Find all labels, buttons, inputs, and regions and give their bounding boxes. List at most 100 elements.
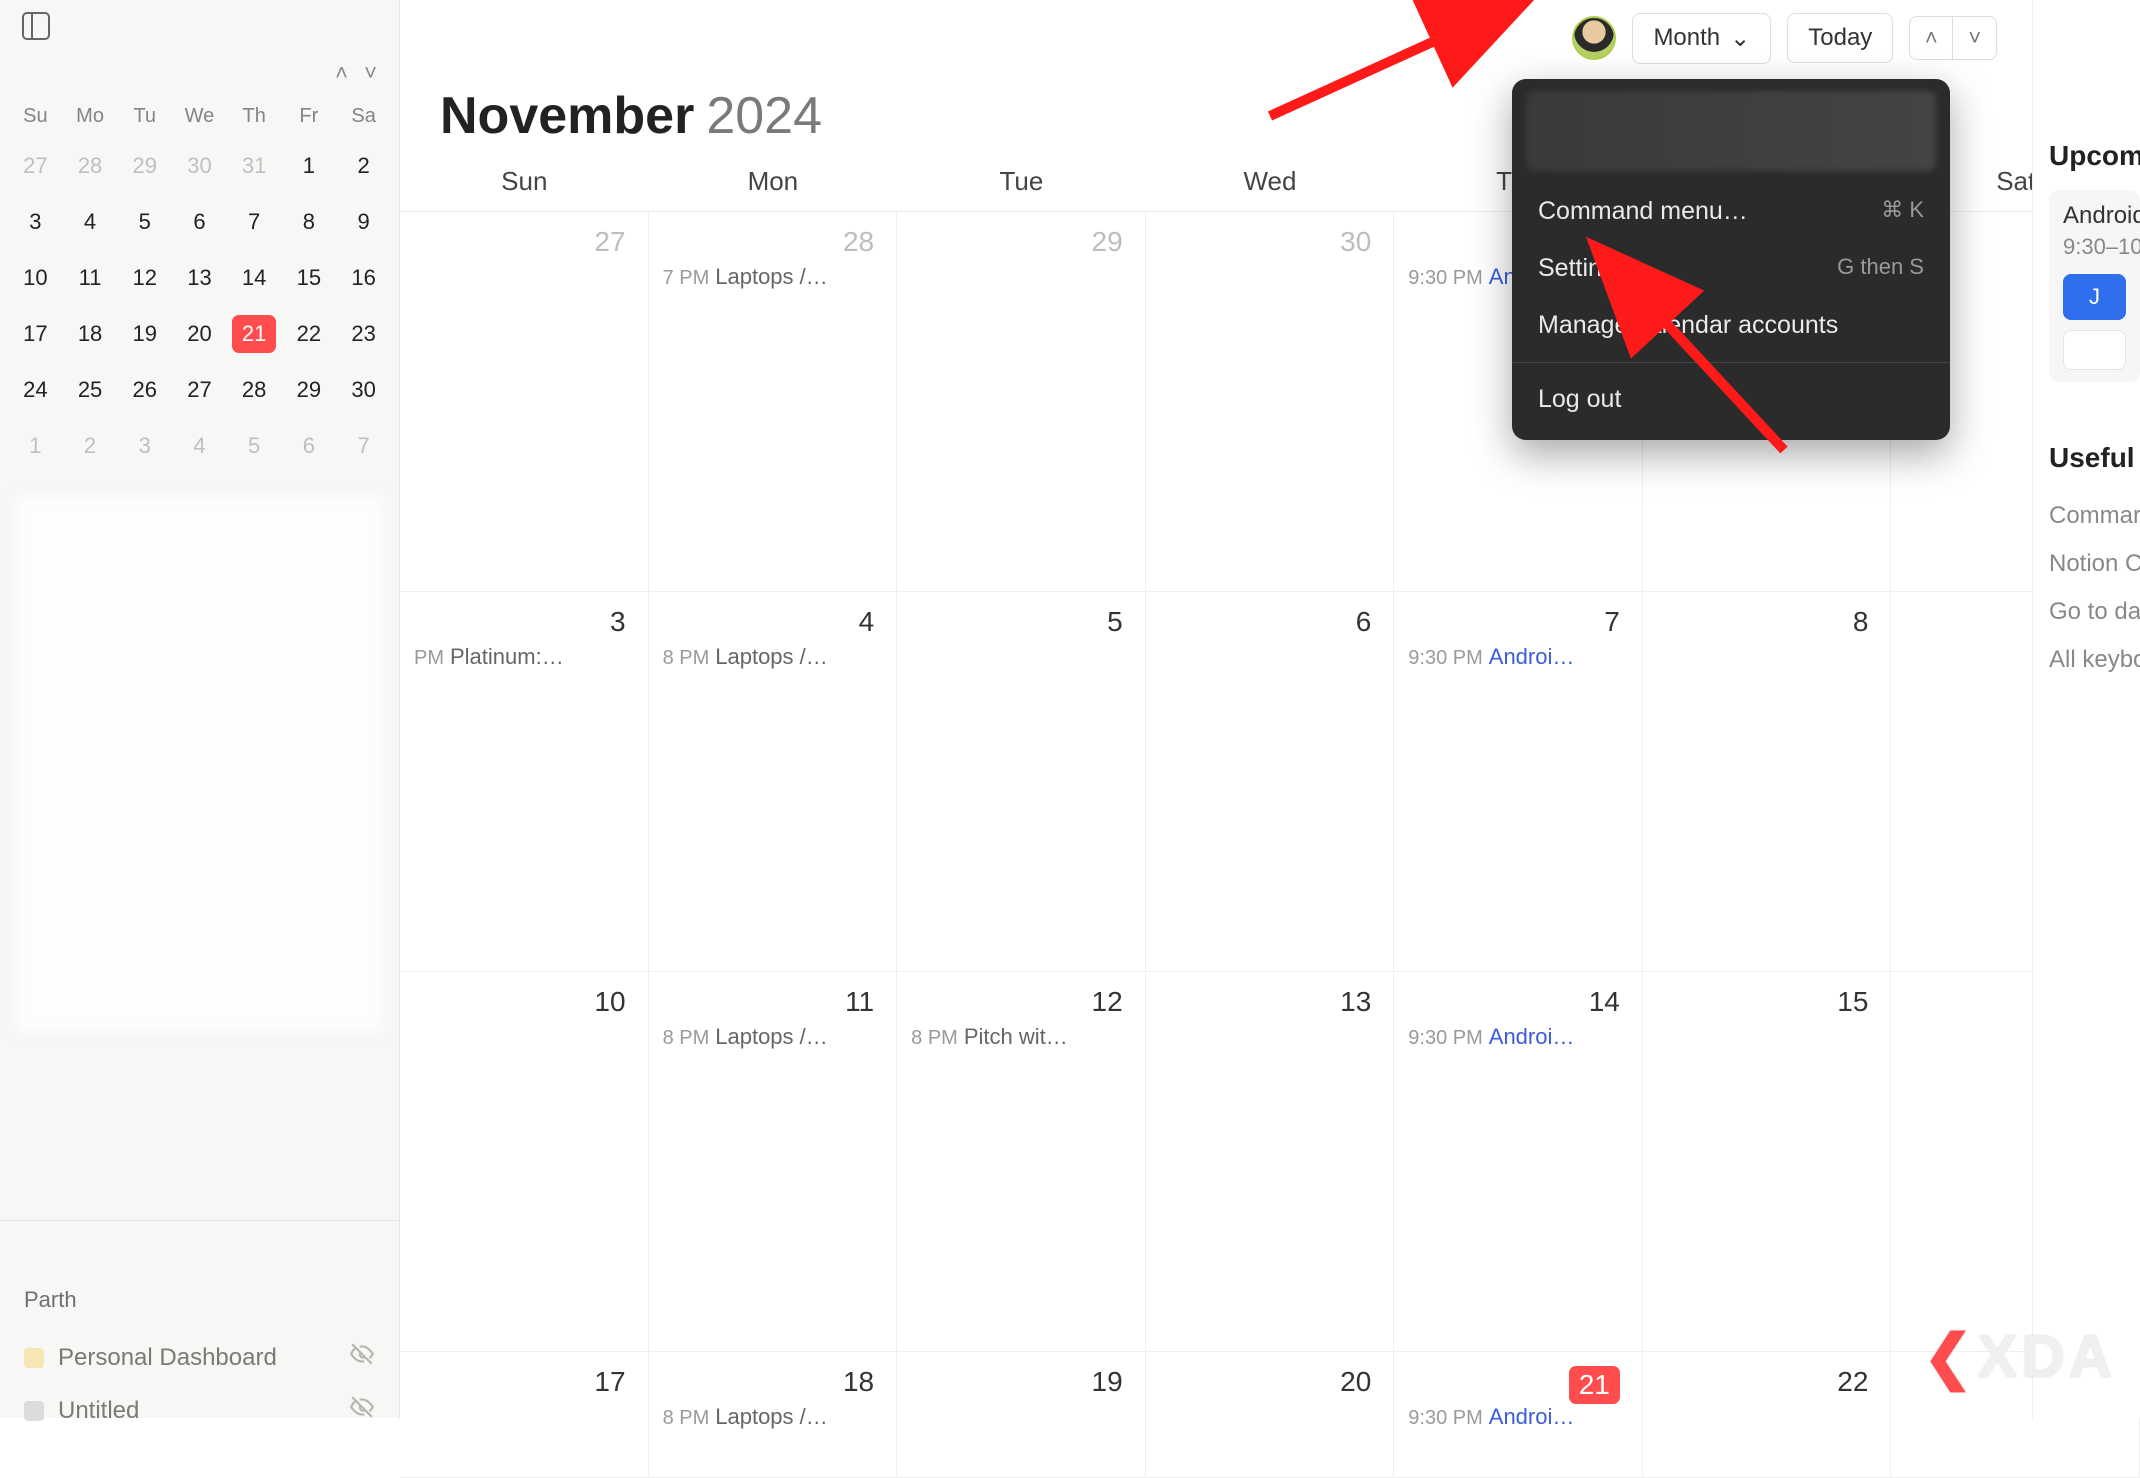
calendar-event[interactable]: 8 PMPitch wit… — [911, 1024, 1131, 1050]
mini-day[interactable]: 27 — [172, 362, 227, 418]
calendar-cell[interactable]: 19 — [897, 1352, 1146, 1478]
mini-day[interactable]: 20 — [172, 306, 227, 362]
view-select[interactable]: Month ⌄ — [1632, 13, 1771, 64]
calendar-cell[interactable]: 27 — [400, 212, 649, 592]
calendar-cell[interactable]: 118 PMLaptops /… — [649, 972, 898, 1352]
next-period-button[interactable]: ˅ — [1953, 16, 1997, 60]
dashboard-item[interactable]: Personal Dashboard — [20, 1331, 379, 1384]
mini-day[interactable]: 6 — [172, 194, 227, 250]
calendar-cell[interactable]: 29 — [897, 212, 1146, 592]
mini-day[interactable]: 22 — [282, 306, 337, 362]
calendar-event[interactable]: PMPlatinum:… — [414, 644, 634, 670]
menu-logout[interactable]: Log out — [1512, 371, 1950, 428]
mini-day[interactable]: 23 — [336, 306, 391, 362]
calendar-cell[interactable]: 6 — [1146, 592, 1395, 972]
mini-day[interactable]: 28 — [227, 362, 282, 418]
menu-manage-accounts[interactable]: Manage calendar accounts — [1512, 297, 1950, 354]
mini-day[interactable]: 26 — [117, 362, 172, 418]
calendar-cell[interactable]: 79:30 PMAndroi… — [1394, 592, 1643, 972]
visibility-off-icon[interactable] — [349, 1341, 375, 1374]
calendar-cell[interactable]: 5 — [897, 592, 1146, 972]
mini-weekday: Mo — [63, 94, 118, 138]
mini-day[interactable]: 13 — [172, 250, 227, 306]
mini-day[interactable]: 24 — [8, 362, 63, 418]
mini-day[interactable]: 6 — [282, 418, 337, 474]
calendar-cell[interactable]: 287 PMLaptops /… — [649, 212, 898, 592]
menu-settings[interactable]: Settings G then S — [1512, 240, 1950, 297]
mini-day[interactable]: 4 — [172, 418, 227, 474]
calendar-cell[interactable]: 17 — [400, 1352, 649, 1478]
panel-toggle-icon[interactable] — [22, 12, 50, 40]
calendar-cell[interactable]: 149:30 PMAndroi… — [1394, 972, 1643, 1352]
menu-account-header[interactable] — [1526, 91, 1936, 171]
mini-day[interactable]: 5 — [227, 418, 282, 474]
calendar-cell[interactable]: 13 — [1146, 972, 1395, 1352]
mini-day[interactable]: 3 — [117, 418, 172, 474]
mini-day[interactable]: 21 — [227, 306, 282, 362]
calendar-event[interactable]: 8 PMLaptops /… — [663, 1404, 883, 1430]
calendar-event[interactable]: 9:30 PMAndroi… — [1408, 644, 1628, 670]
calendar-event[interactable]: 9:30 PMAndroi… — [1408, 1404, 1628, 1430]
mini-day[interactable]: 30 — [172, 138, 227, 194]
calendar-cell[interactable]: 20 — [1146, 1352, 1395, 1478]
today-button[interactable]: Today — [1787, 13, 1893, 63]
calendar-cell[interactable]: 22 — [1643, 1352, 1892, 1478]
mini-day[interactable]: 25 — [63, 362, 118, 418]
calendar-cell[interactable]: 48 PMLaptops /… — [649, 592, 898, 972]
mini-day[interactable]: 8 — [282, 194, 337, 250]
secondary-button[interactable] — [2063, 330, 2126, 370]
calendar-cell[interactable]: 128 PMPitch wit… — [897, 972, 1146, 1352]
mini-day[interactable]: 5 — [117, 194, 172, 250]
calendar-cell[interactable]: 30 — [1146, 212, 1395, 592]
mini-cal-next[interactable]: ˅ — [364, 60, 377, 85]
mini-day[interactable]: 18 — [63, 306, 118, 362]
mini-day[interactable]: 7 — [227, 194, 282, 250]
mini-day[interactable]: 15 — [282, 250, 337, 306]
mini-day[interactable]: 10 — [8, 250, 63, 306]
calendar-event[interactable]: 7 PMLaptops /… — [663, 264, 883, 290]
mini-day[interactable]: 3 — [8, 194, 63, 250]
event-title: Laptops /… — [715, 1404, 828, 1429]
mini-day[interactable]: 19 — [117, 306, 172, 362]
visibility-off-icon[interactable] — [349, 1394, 375, 1427]
shortcut-item[interactable]: Notion C — [2049, 540, 2140, 588]
calendar-cell[interactable]: 15 — [1643, 972, 1892, 1352]
calendar-cell[interactable]: 188 PMLaptops /… — [649, 1352, 898, 1478]
mini-day[interactable]: 9 — [336, 194, 391, 250]
calendar-cell[interactable]: 8 — [1643, 592, 1892, 972]
dashboard-item[interactable]: Untitled — [20, 1384, 379, 1437]
menu-command[interactable]: Command menu… ⌘ K — [1512, 183, 1950, 240]
shortcut-item[interactable]: Commar — [2049, 492, 2140, 540]
mini-day[interactable]: 31 — [227, 138, 282, 194]
mini-day[interactable]: 28 — [63, 138, 118, 194]
prev-period-button[interactable]: ˄ — [1909, 16, 1953, 60]
calendar-cell[interactable]: 219:30 PMAndroi… — [1394, 1352, 1643, 1478]
calendar-cell[interactable]: 10 — [400, 972, 649, 1352]
join-button[interactable]: J — [2063, 274, 2126, 320]
calendar-event[interactable]: 9:30 PMAndroi… — [1408, 1024, 1628, 1050]
mini-day[interactable]: 29 — [117, 138, 172, 194]
mini-cal-prev[interactable]: ˄ — [335, 60, 348, 85]
mini-day[interactable]: 4 — [63, 194, 118, 250]
calendar-event[interactable]: 8 PMLaptops /… — [663, 644, 883, 670]
event-title: Androi… — [1489, 644, 1575, 669]
calendar-event[interactable]: 8 PMLaptops /… — [663, 1024, 883, 1050]
mini-day[interactable]: 16 — [336, 250, 391, 306]
mini-day[interactable]: 7 — [336, 418, 391, 474]
mini-day[interactable]: 30 — [336, 362, 391, 418]
shortcut-item[interactable]: Go to da — [2049, 588, 2140, 636]
day-number: 19 — [1092, 1366, 1123, 1398]
shortcut-item[interactable]: All keybo — [2049, 636, 2140, 684]
mini-day[interactable]: 14 — [227, 250, 282, 306]
mini-day[interactable]: 1 — [8, 418, 63, 474]
mini-day[interactable]: 1 — [282, 138, 337, 194]
mini-day[interactable]: 2 — [63, 418, 118, 474]
calendar-cell[interactable]: 3PMPlatinum:… — [400, 592, 649, 972]
avatar-button[interactable] — [1572, 16, 1616, 60]
mini-day[interactable]: 12 — [117, 250, 172, 306]
mini-day[interactable]: 27 — [8, 138, 63, 194]
mini-day[interactable]: 29 — [282, 362, 337, 418]
mini-day[interactable]: 2 — [336, 138, 391, 194]
mini-day[interactable]: 17 — [8, 306, 63, 362]
mini-day[interactable]: 11 — [63, 250, 118, 306]
